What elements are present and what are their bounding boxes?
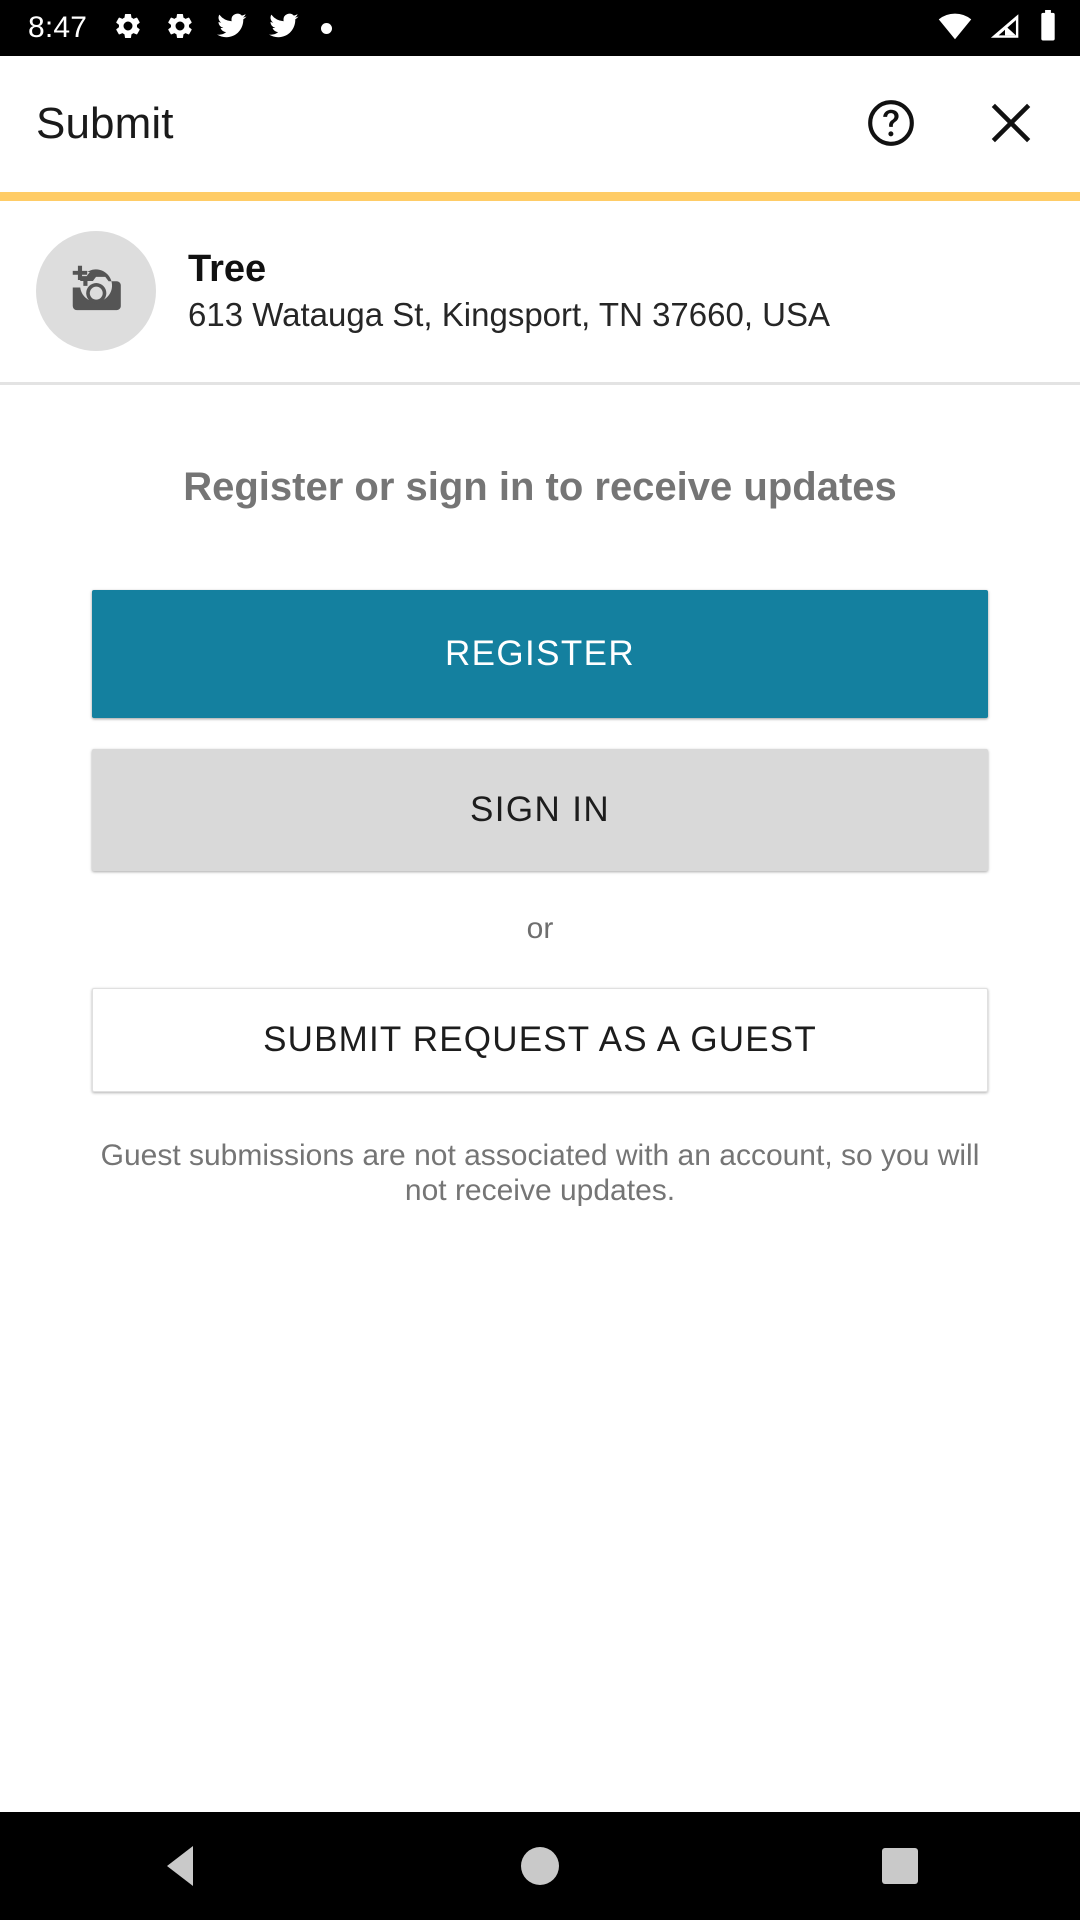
accent-divider xyxy=(0,192,1080,201)
add-photo-camera-icon xyxy=(65,258,127,325)
recents-square-icon xyxy=(882,1848,918,1884)
close-button[interactable] xyxy=(978,91,1044,157)
home-circle-icon xyxy=(521,1847,559,1885)
close-x-icon xyxy=(985,97,1037,152)
battery-icon xyxy=(1038,9,1058,47)
page-title: Submit xyxy=(36,99,174,148)
app-screen: 8:47 Submit Tree 613 Watauga St, Kingspo… xyxy=(0,0,1080,1920)
back-triangle-icon xyxy=(167,1846,193,1886)
or-separator-label: or xyxy=(526,912,554,945)
status-bar: 8:47 xyxy=(0,0,1080,56)
place-info: Tree 613 Watauga St, Kingsport, TN 37660… xyxy=(188,248,830,334)
status-bar-system-icons xyxy=(938,9,1058,47)
wifi-icon xyxy=(938,12,972,45)
place-address: 613 Watauga St, Kingsport, TN 37660, USA xyxy=(188,296,831,334)
place-header: Tree 613 Watauga St, Kingsport, TN 37660… xyxy=(0,201,1080,385)
help-button[interactable] xyxy=(858,91,924,157)
auth-section: Register or sign in to receive updates R… xyxy=(0,385,1080,1812)
twitter-bird-icon xyxy=(217,13,247,44)
system-navigation-bar xyxy=(0,1812,1080,1920)
sign-in-button[interactable]: SIGN IN xyxy=(92,749,988,871)
status-bar-notification-icons xyxy=(113,11,938,46)
settings-gear-icon xyxy=(165,11,195,46)
nav-home-button[interactable] xyxy=(460,1812,620,1920)
add-photo-button[interactable] xyxy=(36,231,156,351)
help-circle-icon xyxy=(865,97,917,152)
guest-disclaimer-text: Guest submissions are not associated wit… xyxy=(100,1139,980,1208)
app-bar-actions xyxy=(858,91,1044,157)
register-button[interactable]: REGISTER xyxy=(92,590,988,718)
notification-dot-icon xyxy=(321,22,333,34)
settings-gear-icon xyxy=(113,11,143,46)
app-bar: Submit xyxy=(0,56,1080,192)
cellular-signal-icon xyxy=(989,12,1021,45)
nav-back-button[interactable] xyxy=(100,1812,260,1920)
nav-recents-button[interactable] xyxy=(820,1812,980,1920)
status-bar-clock: 8:47 xyxy=(28,11,88,44)
twitter-bird-icon xyxy=(269,13,299,44)
place-name: Tree xyxy=(188,247,267,290)
submit-as-guest-button[interactable]: SUBMIT REQUEST AS A GUEST xyxy=(92,988,988,1092)
auth-heading: Register or sign in to receive updates xyxy=(183,465,897,509)
